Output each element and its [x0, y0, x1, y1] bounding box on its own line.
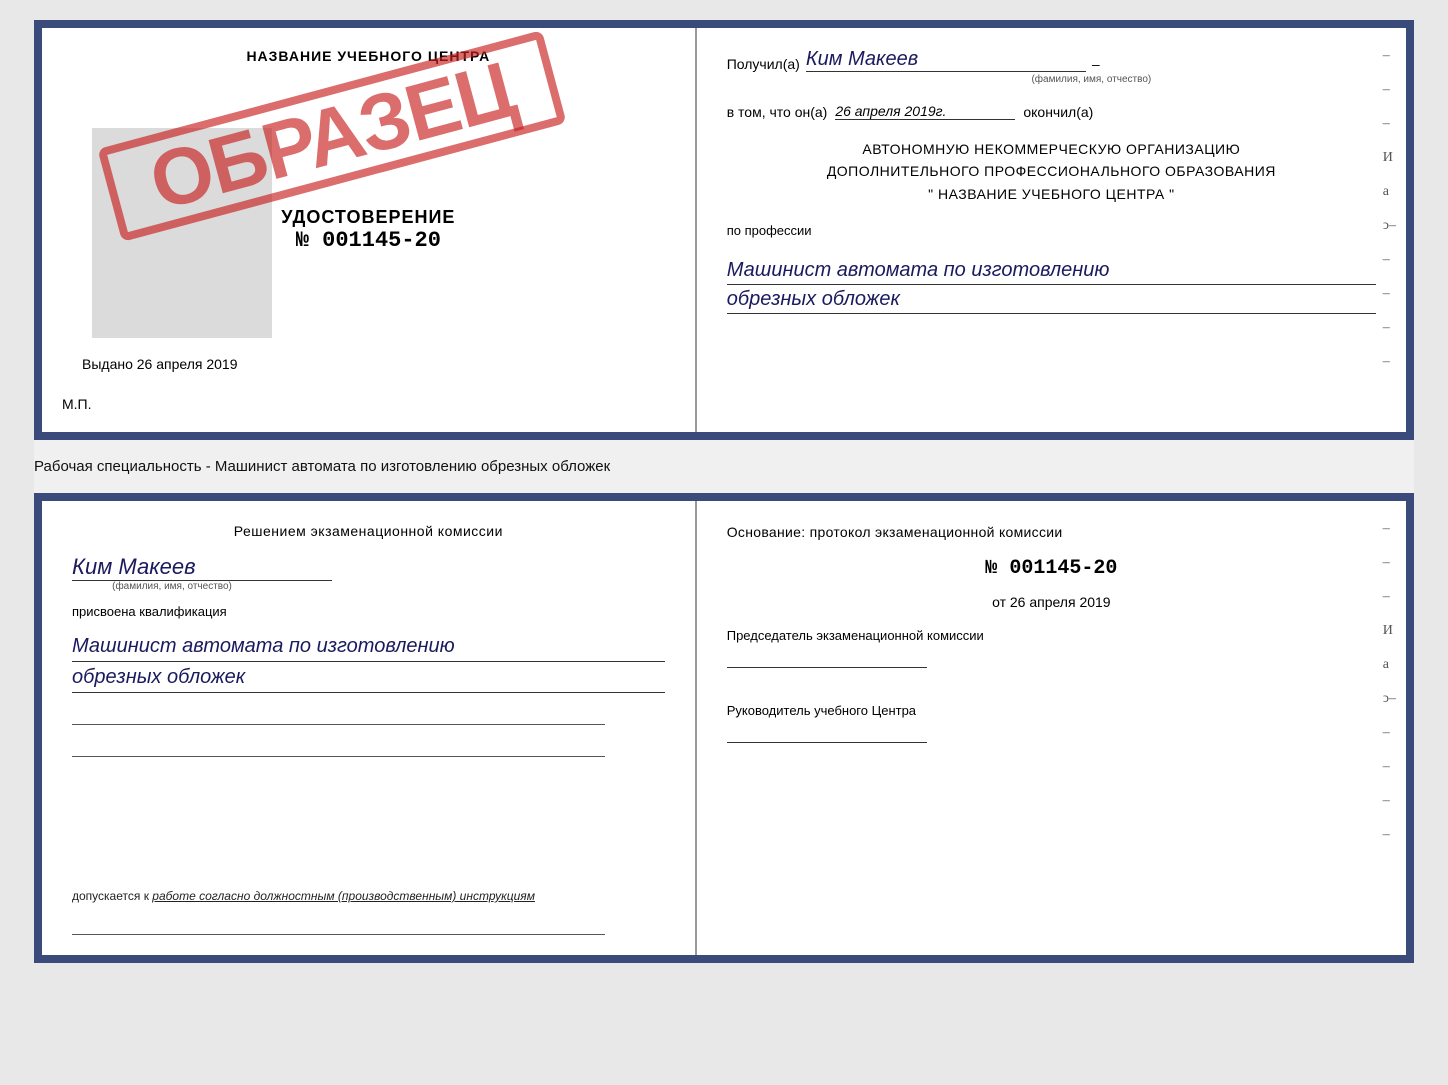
cert-number-top: № 001145-20: [281, 228, 455, 253]
predsedatel-signature: [727, 648, 927, 668]
predsedatel-block: Председатель экзаменационной комиссии: [727, 624, 1376, 675]
bdash1: –: [1383, 521, 1396, 537]
dash10: –: [1383, 354, 1396, 370]
dash7: –: [1383, 252, 1396, 268]
blank-line-1: [72, 705, 605, 725]
qualification-line1: Машинист автомата по изготовлению: [72, 631, 665, 662]
okonchil-label: окончил(а): [1023, 104, 1093, 120]
dash4: И: [1383, 150, 1396, 166]
protocol-number: № 001145-20: [727, 557, 1376, 580]
bottom-person-block: Ким Макеев (фамилия, имя, отчество): [72, 554, 665, 592]
bottom-cert-left: Решением экзаменационной комиссии Ким Ма…: [42, 501, 697, 955]
vydano-line: Выдано 26 апреля 2019: [82, 356, 238, 372]
po-professii-label: по профессии: [727, 223, 1376, 238]
dash6: ↄ–: [1383, 218, 1396, 234]
poluchil-row: Получил(а) Ким Макеев –: [727, 48, 1376, 72]
bdash10: –: [1383, 827, 1396, 843]
bdash5: а: [1383, 657, 1396, 673]
vydano-label: Выдано: [82, 356, 133, 372]
poluchil-label: Получил(а): [727, 56, 800, 72]
dopuskaetsya-italic: работе согласно должностным (производств…: [152, 889, 535, 903]
dash9: –: [1383, 320, 1396, 336]
dash3: –: [1383, 116, 1396, 132]
dash8: –: [1383, 286, 1396, 302]
osnovanie-text: Основание: протокол экзаменационной коми…: [727, 521, 1376, 543]
bottom-right-side-dashes: – – – И а ↄ– – – – –: [1383, 521, 1396, 843]
middle-label: Рабочая специальность - Машинист автомат…: [34, 454, 1414, 479]
fio-sub-top: (фамилия, имя, отчество): [807, 74, 1376, 85]
org-line1: АВТОНОМНУЮ НЕКОММЕРЧЕСКУЮ ОРГАНИЗАЦИЮ: [727, 138, 1376, 160]
top-cert-right: Получил(а) Ким Макеев – (фамилия, имя, о…: [697, 28, 1406, 432]
bdash6: ↄ–: [1383, 691, 1396, 707]
udostoverenie-label: УДОСТОВЕРЕНИЕ: [281, 207, 455, 228]
bdash8: –: [1383, 759, 1396, 775]
bottom-certificate: Решением экзаменационной комиссии Ким Ма…: [34, 493, 1414, 963]
bdash7: –: [1383, 725, 1396, 741]
top-cert-left: НАЗВАНИЕ УЧЕБНОГО ЦЕНТРА ОБРАЗЕЦ УДОСТОВ…: [42, 28, 697, 432]
org-line3: " НАЗВАНИЕ УЧЕБНОГО ЦЕНТРА ": [727, 183, 1376, 205]
qualification-line2: обрезных обложек: [72, 662, 665, 693]
qualification-block: Машинист автомата по изготовлению обрезн…: [72, 631, 665, 693]
profession-line2: обрезных обложек: [727, 285, 1376, 314]
prisvoena-label: присвоена квалификация: [72, 604, 665, 619]
dopuskaetsya-prefix: допускается к: [72, 889, 149, 903]
blank-line-2: [72, 737, 605, 757]
profession-block: Машинист автомата по изготовлению обрезн…: [727, 256, 1376, 314]
mp-label: М.П.: [62, 396, 92, 412]
dopuskaetsya-block: допускается к работе согласно должностны…: [72, 889, 665, 903]
dash1: –: [1383, 48, 1396, 64]
vtom-row: в том, что он(а) 26 апреля 2019г. окончи…: [727, 103, 1376, 120]
dash5: а: [1383, 184, 1396, 200]
vydano-date: 26 апреля 2019: [137, 356, 238, 372]
bottom-fio-sub: (фамилия, имя, отчество): [72, 581, 272, 592]
document-container: НАЗВАНИЕ УЧЕБНОГО ЦЕНТРА ОБРАЗЕЦ УДОСТОВ…: [34, 20, 1414, 963]
top-certificate: НАЗВАНИЕ УЧЕБНОГО ЦЕНТРА ОБРАЗЕЦ УДОСТОВ…: [34, 20, 1414, 440]
bottom-person-name: Ким Макеев: [72, 554, 332, 581]
profession-line1: Машинист автомата по изготовлению: [727, 256, 1376, 285]
bdash3: –: [1383, 589, 1396, 605]
rukovoditel-block: Руководитель учебного Центра: [727, 699, 1376, 750]
poluchil-name: Ким Макеев: [806, 48, 1086, 72]
resheniem-text: Решением экзаменационной комиссии: [72, 521, 665, 542]
bdash2: –: [1383, 555, 1396, 571]
bdash4: И: [1383, 623, 1396, 639]
right-side-dashes: – – – И а ↄ– – – – –: [1383, 48, 1396, 370]
rukovoditel-signature: [727, 723, 927, 743]
bdash9: –: [1383, 793, 1396, 809]
org-line2: ДОПОЛНИТЕЛЬНОГО ПРОФЕССИОНАЛЬНОГО ОБРАЗО…: [727, 160, 1376, 182]
vtom-date: 26 апреля 2019г.: [835, 103, 1015, 120]
blank-line-3: [72, 915, 605, 935]
org-block: АВТОНОМНУЮ НЕКОММЕРЧЕСКУЮ ОРГАНИЗАЦИЮ ДО…: [727, 138, 1376, 205]
protocol-date-value: 26 апреля 2019: [1010, 594, 1111, 610]
protocol-date-prefix: от: [992, 594, 1006, 610]
cert-overlay-block: УДОСТОВЕРЕНИЕ № 001145-20: [281, 207, 455, 253]
bottom-cert-right: Основание: протокол экзаменационной коми…: [697, 501, 1406, 955]
rukovoditel-label: Руководитель учебного Центра: [727, 699, 1376, 722]
protocol-date: от 26 апреля 2019: [727, 594, 1376, 610]
predsedatel-label: Председатель экзаменационной комиссии: [727, 624, 1376, 647]
dash2: –: [1383, 82, 1396, 98]
vtom-label: в том, что он(а): [727, 104, 828, 120]
